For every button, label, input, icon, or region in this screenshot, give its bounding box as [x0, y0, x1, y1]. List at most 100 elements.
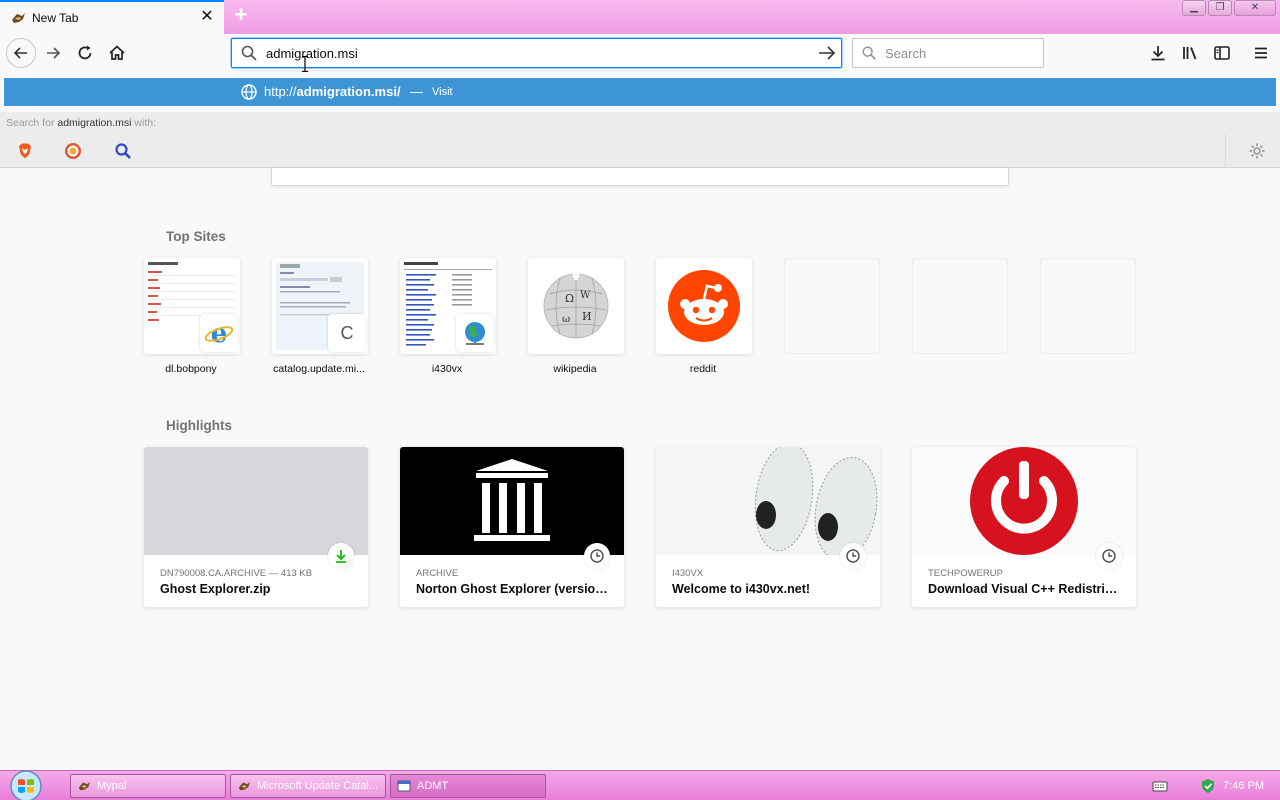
svg-text:e: e — [211, 319, 228, 348]
catalog-badge-letter: C — [340, 322, 354, 343]
sidebar-icon — [1214, 46, 1230, 60]
search-icon — [862, 46, 876, 60]
search-bar[interactable] — [852, 38, 1044, 68]
library-icon — [1183, 47, 1197, 60]
highlight-title: Ghost Explorer.zip — [160, 582, 271, 596]
menu-button[interactable] — [1248, 40, 1274, 66]
googly-eyes-image — [656, 447, 880, 555]
reload-button[interactable] — [70, 38, 100, 68]
svg-text:Ω: Ω — [565, 292, 574, 305]
hamburger-menu-icon — [1255, 47, 1267, 59]
application-window-icon — [397, 780, 411, 792]
highlight-thumbnail — [144, 447, 368, 555]
duckduckgo-engine-icon[interactable] — [64, 142, 82, 160]
autocomplete-action: Visit — [432, 86, 453, 98]
search-for-query: admigration.msi — [57, 117, 132, 129]
nav-toolbar — [0, 34, 1280, 74]
download-icon — [336, 550, 346, 563]
highlight-title: Download Visual C++ Redistribu... — [928, 582, 1124, 596]
tab-close-icon[interactable]: ✕ — [198, 8, 216, 26]
autocomplete-url: http://admigration.msi/ — [264, 84, 401, 99]
title-bar: New Tab ✕ + ▁ ❐ ✕ — [0, 0, 1280, 34]
globe-icon — [456, 314, 494, 352]
forward-button[interactable] — [38, 38, 68, 68]
clock-badge — [840, 543, 866, 569]
url-bar[interactable] — [231, 38, 842, 68]
globe-icon — [241, 84, 257, 100]
svg-text:W: W — [580, 290, 591, 301]
top-site-tile-i430vx[interactable] — [400, 258, 496, 354]
search-for-label: Search for admigration.msi with: — [0, 112, 1280, 134]
window-controls: ▁ ❐ ✕ — [1182, 0, 1276, 18]
taskbar: Mypal Microsoft Update Catal... ADMT 7:4… — [0, 770, 1280, 800]
search-engine-icon[interactable] — [114, 142, 132, 160]
back-arrow-icon — [13, 47, 27, 59]
highlight-title: Norton Ghost Explorer (version ... — [416, 582, 612, 596]
top-site-tile-dl-bobpony[interactable]: e — [144, 258, 240, 354]
reddit-icon — [668, 270, 740, 342]
taskbar-item-label: ADMT — [417, 780, 449, 792]
back-button[interactable] — [6, 38, 36, 68]
close-window-button[interactable]: ✕ — [1234, 0, 1276, 16]
svg-text:И: И — [582, 310, 592, 323]
reload-icon — [78, 45, 92, 60]
search-for-prefix: Search for — [6, 117, 55, 129]
top-site-tile-wikipedia[interactable]: Ω W И ω — [528, 258, 624, 354]
top-site-label: i430vx — [431, 363, 463, 375]
top-site-label: catalog.update.mi... — [273, 363, 365, 375]
tab-new-tab[interactable]: New Tab ✕ — [0, 0, 224, 34]
new-tab-button[interactable]: + — [230, 4, 252, 27]
top-site-placeholder[interactable] — [1040, 258, 1136, 354]
top-site-tile-catalog-update[interactable]: C — [272, 258, 368, 354]
downloads-button[interactable] — [1145, 40, 1171, 66]
search-input[interactable] — [885, 45, 1035, 61]
url-input[interactable] — [266, 45, 806, 61]
windows-start-icon[interactable] — [6, 769, 46, 800]
clock-icon — [1102, 549, 1116, 563]
clock-badge — [1096, 543, 1122, 569]
top-site-label: dl.bobpony — [165, 363, 217, 375]
taskbar-item-mypal[interactable]: Mypal — [70, 774, 226, 798]
maximize-button[interactable]: ❐ — [1208, 0, 1232, 16]
top-site-label: wikipedia — [553, 363, 597, 375]
search-for-suffix: with: — [134, 117, 157, 129]
minimize-button[interactable]: ▁ — [1182, 0, 1206, 16]
home-icon — [109, 45, 125, 60]
highlights-title: Highlights — [166, 418, 232, 433]
top-site-placeholder[interactable] — [912, 258, 1008, 354]
engines-divider — [1225, 134, 1226, 168]
highlight-context: DN790008.CA.ARCHIVE — 413 KB — [160, 568, 313, 579]
highlight-card-norton-ghost[interactable]: ARCHIVE Norton Ghost Explorer (version .… — [400, 447, 624, 607]
brave-engine-icon[interactable] — [16, 142, 34, 160]
security-shield-icon[interactable] — [1200, 778, 1216, 794]
autocomplete-separator: — — [410, 84, 423, 99]
internet-explorer-icon: e — [200, 314, 238, 352]
sidebar-button[interactable] — [1209, 40, 1235, 66]
search-icon — [241, 45, 257, 61]
clock-icon — [590, 549, 604, 563]
keyboard-icon[interactable] — [1152, 779, 1168, 793]
download-badge — [328, 543, 354, 569]
highlight-card-i430vx[interactable]: I430VX Welcome to i430vx.net! — [656, 447, 880, 607]
download-icon — [1151, 46, 1165, 61]
page-search-box[interactable] — [271, 168, 1009, 186]
home-button[interactable] — [102, 38, 132, 68]
go-arrow-icon[interactable] — [817, 44, 837, 62]
autocomplete-url-host: admigration.msi/ — [296, 84, 401, 99]
taskbar-item-microsoft-update[interactable]: Microsoft Update Catal... — [230, 774, 386, 798]
highlight-context: I430VX — [672, 568, 704, 579]
highlight-card-techpowerup[interactable]: TECHPOWERUP Download Visual C++ Redistri… — [912, 447, 1136, 607]
taskbar-item-admt[interactable]: ADMT — [390, 774, 546, 798]
autocomplete-url-prefix: http:// — [264, 84, 297, 99]
library-button[interactable] — [1177, 40, 1203, 66]
gear-icon[interactable] — [1248, 142, 1266, 160]
top-site-placeholder[interactable] — [784, 258, 880, 354]
highlight-context: TECHPOWERUP — [928, 568, 1003, 579]
autocomplete-row-visit[interactable]: http://admigration.msi/ — Visit — [4, 78, 1276, 106]
top-site-tile-reddit[interactable] — [656, 258, 752, 354]
taskbar-item-label: Mypal — [97, 780, 127, 792]
highlight-card-ghost-explorer[interactable]: DN790008.CA.ARCHIVE — 413 KB Ghost Explo… — [144, 447, 368, 607]
top-sites-title: Top Sites — [166, 229, 226, 244]
system-tray: 7:46 PM — [1140, 771, 1280, 800]
text-cursor-icon — [302, 56, 308, 72]
